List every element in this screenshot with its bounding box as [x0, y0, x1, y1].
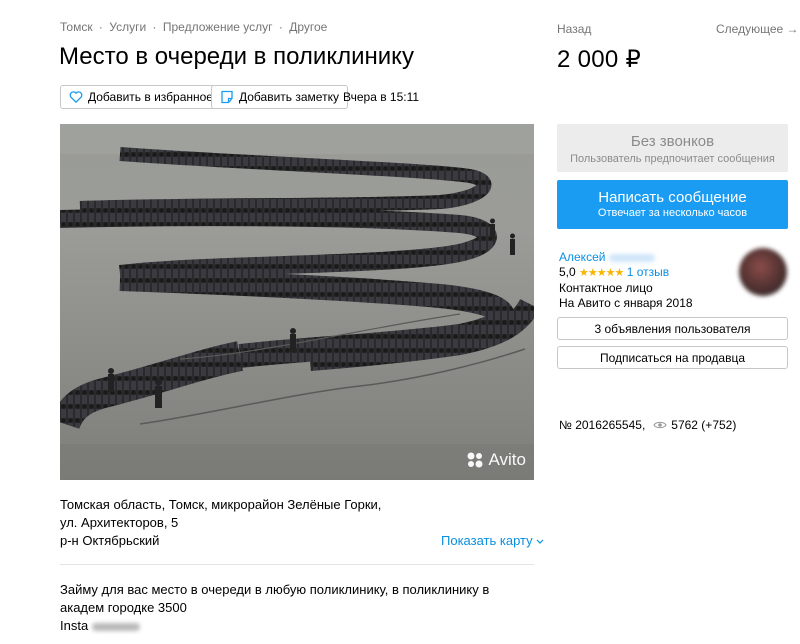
- show-map-label: Показать карту: [441, 533, 533, 548]
- queue-photo-image: [60, 124, 534, 480]
- breadcrumb-item[interactable]: Томск: [60, 20, 93, 34]
- seller-name[interactable]: Алексей: [559, 250, 605, 264]
- breadcrumb-item[interactable]: Другое: [289, 20, 327, 34]
- show-map-link[interactable]: Показать карту: [441, 533, 544, 548]
- avito-logo-icon: [465, 450, 485, 470]
- eye-icon: [653, 420, 667, 430]
- back-link[interactable]: Назад: [557, 22, 591, 36]
- write-message-title: Написать сообщение: [598, 189, 747, 206]
- seller-rating: 5,0: [559, 265, 576, 279]
- add-to-favorites-button[interactable]: Добавить в избранное: [60, 85, 222, 109]
- no-calls-subtitle: Пользователь предпочитает сообщения: [570, 153, 775, 165]
- seller-type: Контактное лицо: [559, 281, 653, 295]
- add-to-favorites-label: Добавить в избранное: [88, 90, 213, 104]
- write-message-button[interactable]: Написать сообщение Отвечает за несколько…: [557, 180, 788, 229]
- views-count: 5762 (+752): [671, 418, 737, 432]
- breadcrumb-separator: ·: [278, 20, 283, 34]
- avatar[interactable]: [739, 248, 787, 296]
- description-text: Займу для вас место в очереди в любую по…: [60, 582, 490, 615]
- seller-info: Алексей 5,0 ★★★★★ 1 отзыв Контактное лиц…: [559, 250, 693, 310]
- add-note-label: Добавить заметку: [239, 90, 339, 104]
- next-link[interactable]: Следующее →: [716, 22, 799, 36]
- rating-stars-icon: ★★★★★: [579, 267, 624, 279]
- description: Займу для вас место в очереди в любую по…: [60, 581, 530, 635]
- seller-since: На Авито с января 2018: [559, 296, 693, 310]
- avito-watermark-text: Avito: [488, 450, 527, 469]
- breadcrumb-item[interactable]: Предложение услуг: [163, 20, 273, 34]
- listing-number: № 2016265545,: [559, 418, 646, 432]
- subscribe-seller-button[interactable]: Подписаться на продавца: [557, 346, 788, 369]
- reviews-link[interactable]: 1 отзыв: [627, 265, 669, 279]
- breadcrumb-separator: ·: [98, 20, 103, 34]
- redacted-surname: [608, 253, 655, 262]
- insta-label: Insta: [60, 618, 89, 633]
- avito-watermark: Avito: [465, 450, 527, 470]
- heart-icon: [69, 90, 83, 104]
- seller-ads-button[interactable]: 3 объявления пользователя: [557, 317, 788, 340]
- price: 2 000 ₽: [557, 46, 642, 73]
- breadcrumb: Томск · Услуги · Предложение услуг · Дру…: [60, 20, 327, 34]
- divider: [60, 564, 534, 565]
- breadcrumb-item[interactable]: Услуги: [109, 20, 146, 34]
- write-message-subtitle: Отвечает за несколько часов: [597, 207, 748, 219]
- description-insta: Insta: [60, 617, 530, 635]
- page-title: Место в очереди в поликлинику: [59, 43, 414, 70]
- posted-time: Вчера в 15:11: [343, 90, 420, 104]
- chevron-down-icon: [536, 539, 544, 545]
- breadcrumb-separator: ·: [152, 20, 157, 34]
- listing-photo[interactable]: Avito: [60, 124, 534, 480]
- note-icon: [220, 90, 234, 104]
- redacted-handle: [91, 622, 140, 631]
- add-note-button[interactable]: Добавить заметку: [211, 85, 348, 109]
- no-calls-box: Без звонков Пользователь предпочитает со…: [557, 124, 788, 172]
- address: Томская область, Томск, микрорайон Зелён…: [60, 497, 382, 530]
- district: р-н Октябрьский: [60, 533, 160, 548]
- no-calls-title: Без звонков: [630, 133, 715, 150]
- listing-meta: № 2016265545, 5762 (+752): [559, 418, 736, 432]
